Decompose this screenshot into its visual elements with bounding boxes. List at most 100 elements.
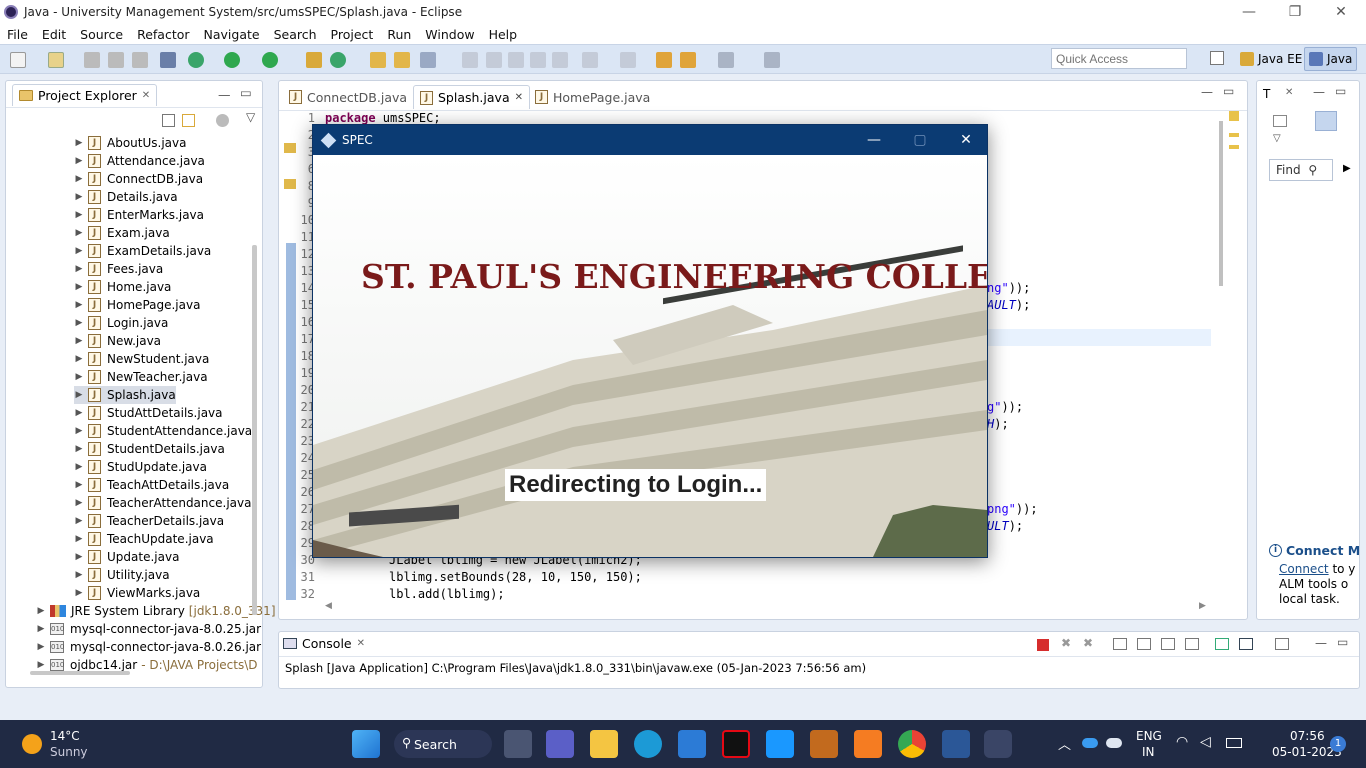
new-task-icon[interactable] [1273,115,1287,127]
run-icon[interactable] [224,52,240,68]
expand-arrow-icon[interactable]: ▶ [74,264,84,274]
expand-arrow-icon[interactable]: ▶ [74,174,84,184]
menu-run[interactable]: Run [380,27,418,42]
menu-search[interactable]: Search [267,27,324,42]
tree-item-file[interactable]: ▶ J Splash.java [74,386,176,404]
prev-annotation-icon[interactable] [620,52,636,68]
minimize-button[interactable]: — [1226,0,1272,24]
maximize-view-icon[interactable]: ▭ [1335,84,1346,98]
save-all-icon[interactable] [108,52,124,68]
expand-arrow-icon[interactable]: ▶ [74,426,84,436]
editor-vertical-scrollbar[interactable] [1219,121,1223,286]
code-fragment[interactable]: H); [987,417,1009,431]
scroll-lock-icon[interactable] [1137,638,1151,650]
edge-icon[interactable] [634,730,662,758]
close-tab-icon[interactable]: ✕ [515,92,523,103]
show-on-output-icon[interactable] [1161,638,1175,650]
menu-edit[interactable]: Edit [35,27,73,42]
expand-arrow-icon[interactable]: ▶ [74,498,84,508]
show-hidden-icons[interactable]: ︿ [1058,734,1071,753]
block-select-icon[interactable] [508,52,524,68]
expand-arrow-icon[interactable]: ▶ [74,516,84,526]
tree-item-file[interactable]: ▶ J Login.java [74,314,168,332]
tree-item-file[interactable]: ▶ J StudentDetails.java [74,440,225,458]
toggle-mark-icon[interactable] [486,52,502,68]
scroll-left-icon[interactable]: ◀ [325,601,332,611]
battery-icon[interactable] [1226,738,1242,748]
tree-item-file[interactable]: ▶ J NewTeacher.java [74,368,208,386]
tree-item-file[interactable]: ▶ J StudUpdate.java [74,458,207,476]
open-type-icon[interactable] [48,52,64,68]
expand-arrow-icon[interactable]: ▶ [74,156,84,166]
tree-item-file[interactable]: ▶ J ViewMarks.java [74,584,200,602]
close-tab-icon[interactable]: ✕ [142,90,150,101]
show-source-icon[interactable] [552,52,568,68]
tree-item-file[interactable]: ▶ J ExamDetails.java [74,242,211,260]
scroll-right-icon[interactable]: ▶ [1199,601,1206,611]
pin-editor-icon[interactable] [764,52,780,68]
expand-arrow-icon[interactable]: ▶ [74,282,84,292]
word-icon[interactable] [942,730,970,758]
expand-arrow-icon[interactable]: ▶ [74,336,84,346]
clear-console-icon[interactable] [1113,638,1127,650]
expand-arrow-icon[interactable]: ▶ [74,444,84,454]
open-perspective-icon[interactable] [1210,51,1224,65]
task-view-icon[interactable] [504,730,532,758]
expand-arrow-icon[interactable]: ▶ [74,462,84,472]
expand-arrow-icon[interactable]: ▶ [74,390,84,400]
tree-item-file[interactable]: ▶ J Details.java [74,188,178,206]
connect-link[interactable]: Connect [1279,562,1329,576]
terminate-icon[interactable] [1037,639,1049,651]
tree-item-file[interactable]: ▶ J TeachAttDetails.java [74,476,229,494]
weather-temp[interactable]: 14°C [50,729,80,743]
menu-file[interactable]: File [0,27,35,42]
expand-arrow-icon[interactable]: ▶ [74,552,84,562]
expand-arrow-icon[interactable]: ▶ [74,228,84,238]
back-icon[interactable] [680,52,696,68]
expand-arrow-icon[interactable]: ▶ [74,408,84,418]
project-explorer-tab[interactable]: Project Explorer ✕ [12,84,158,106]
menu-help[interactable]: Help [482,27,525,42]
tree-item-library[interactable]: ▶ 010 mysql-connector-java-8.0.25.jar [36,620,265,638]
close-tab-icon[interactable]: ✕ [1285,87,1293,98]
new-icon[interactable] [10,52,26,68]
explorer-horizontal-scrollbar[interactable] [30,671,130,675]
save-icon[interactable] [84,52,100,68]
code-fragment[interactable]: ULT); [987,519,1023,533]
expand-arrow-icon[interactable]: ▶ [74,138,84,148]
prime-video-icon[interactable] [766,730,794,758]
menu-window[interactable]: Window [418,27,481,42]
menu-source[interactable]: Source [73,27,130,42]
open-task-icon[interactable] [370,52,386,68]
code-line-32[interactable]: lbl.add(lblimg); [389,587,505,601]
new-java-project-icon[interactable] [306,52,322,68]
expand-arrow-icon[interactable]: ▶ [74,192,84,202]
view-menu-icon[interactable]: ▽ [246,110,255,124]
expand-arrow-icon[interactable]: ▶ [36,660,46,670]
tree-item-file[interactable]: ▶ J NewStudent.java [74,350,209,368]
cloud-icon[interactable] [1106,738,1122,748]
tree-item-library[interactable]: ▶ JRE System Library [jdk1.8.0_331] [36,602,276,620]
expand-arrow-icon[interactable]: ▶ [74,354,84,364]
filters-icon[interactable] [216,114,229,127]
perspective-java[interactable]: Java [1304,47,1358,71]
pen-icon[interactable] [420,52,436,68]
expand-arrow-icon[interactable]: ▶ [74,300,84,310]
minimize-view-icon[interactable]: — [218,87,231,102]
tree-item-file[interactable]: ▶ J ConnectDB.java [74,170,203,188]
splash-minimize-button[interactable]: — [851,125,897,155]
weather-desc[interactable]: Sunny [50,745,88,759]
remove-all-icon[interactable]: ✖ [1083,636,1093,650]
quick-access-input[interactable] [1051,48,1187,69]
debug-icon[interactable] [188,52,204,68]
code-fragment[interactable]: g")); [987,400,1023,414]
next-annotation-icon[interactable] [582,52,598,68]
code-line-1[interactable]: package umsSPEC; [325,111,441,125]
wifi-icon[interactable]: ◠ [1176,734,1188,750]
open-console-icon[interactable] [1275,638,1289,650]
expand-arrow-icon[interactable]: ▶ [74,210,84,220]
tree-item-library[interactable]: ▶ 010 mysql-connector-java-8.0.26.jar [36,638,265,656]
clock-time[interactable]: 07:56 [1290,729,1325,743]
java-app-icon[interactable] [984,730,1012,758]
link-with-editor-icon[interactable] [182,114,195,127]
